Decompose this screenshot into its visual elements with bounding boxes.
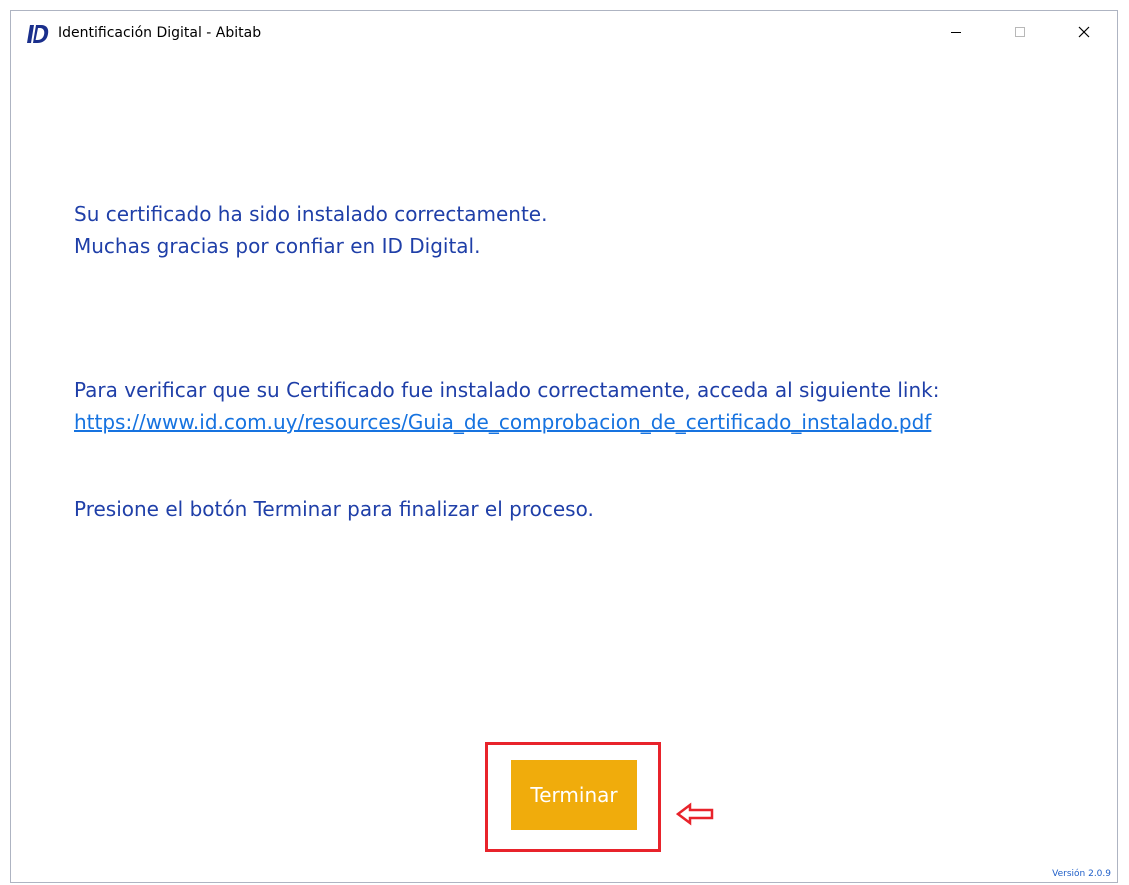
title-bar[interactable]: Identificación Digital - Abitab — [11, 11, 1117, 57]
close-icon — [1078, 25, 1090, 43]
main-content: Su certificado ha sido instalado correct… — [11, 57, 1117, 883]
left-arrow-icon — [675, 802, 716, 826]
close-button[interactable] — [1061, 11, 1107, 57]
window-title: Identificación Digital - Abitab — [58, 25, 262, 41]
terminar-button[interactable]: Terminar — [511, 760, 637, 830]
minimize-button[interactable] — [933, 11, 979, 57]
success-message-line2: Muchas gracias por confiar en ID Digital… — [74, 234, 481, 258]
version-label: Versión 2.0.9 — [1052, 869, 1111, 879]
maximize-icon — [1014, 25, 1026, 43]
finish-instruction: Presione el botón Terminar para finaliza… — [74, 497, 594, 521]
verification-guide-link[interactable]: https://www.id.com.uy/resources/Guia_de_… — [74, 406, 931, 438]
app-window: Identificación Digital - Abitab Su certi… — [10, 10, 1118, 883]
id-logo-icon — [27, 24, 49, 44]
maximize-button[interactable] — [997, 11, 1043, 57]
verify-instruction: Para verificar que su Certificado fue in… — [74, 378, 940, 402]
success-message-line1: Su certificado ha sido instalado correct… — [74, 202, 548, 226]
minimize-icon — [950, 25, 962, 43]
